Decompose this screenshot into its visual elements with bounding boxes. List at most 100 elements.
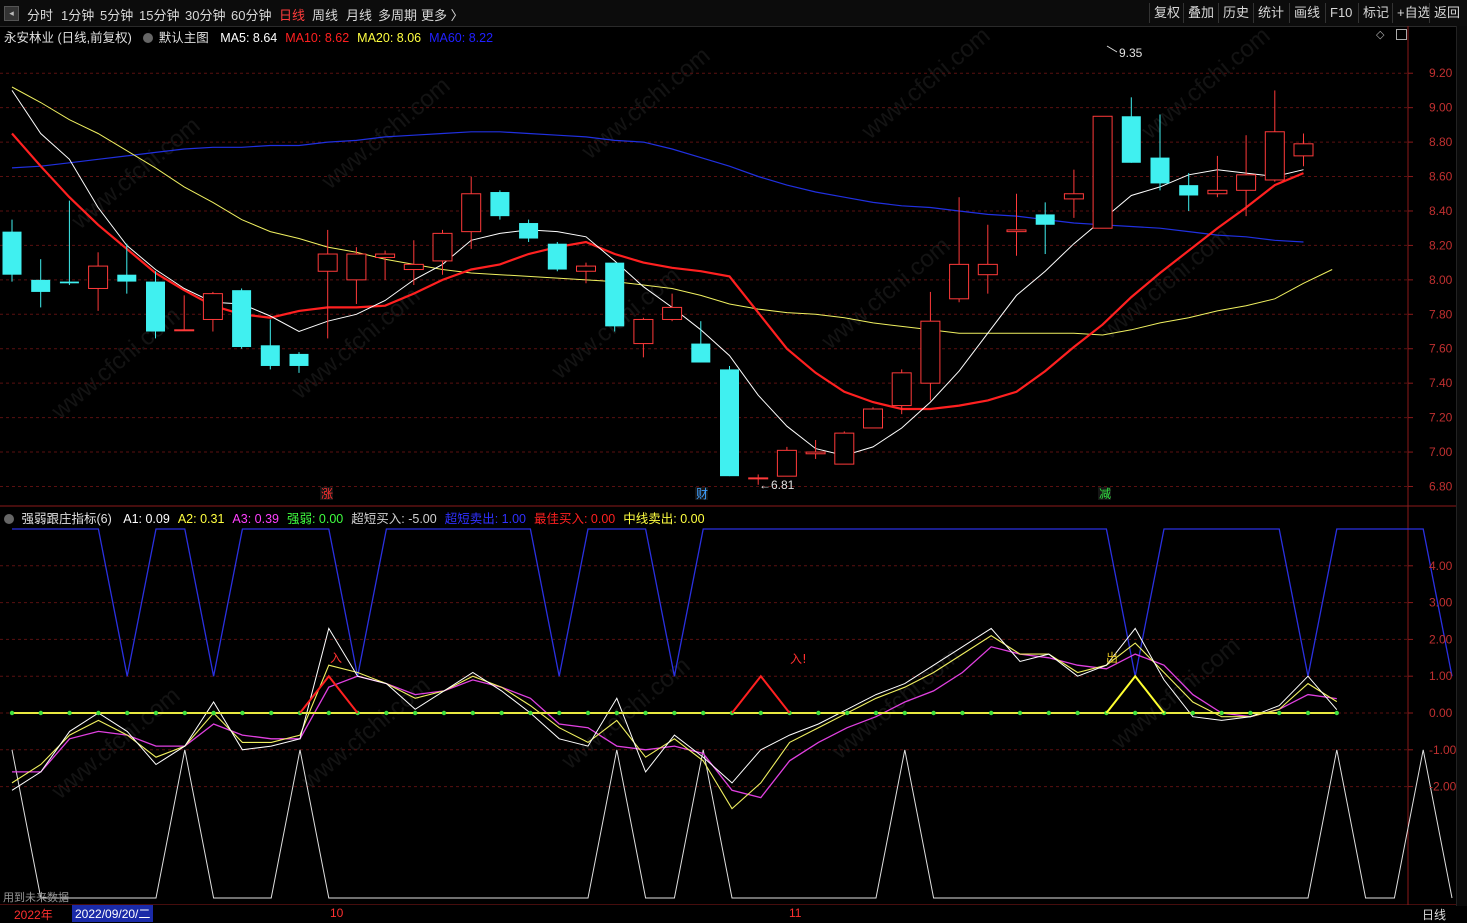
strength-dot bbox=[211, 710, 216, 716]
candle-body-up bbox=[317, 253, 338, 272]
candle-body-down bbox=[59, 281, 79, 284]
candle-body-up bbox=[662, 306, 683, 320]
candle-body-up bbox=[776, 449, 797, 477]
strength-dot bbox=[240, 710, 245, 716]
strength-dot bbox=[1277, 710, 1282, 716]
candle-body-down bbox=[31, 279, 51, 292]
candle-body-down bbox=[519, 223, 539, 239]
candle-body-up bbox=[88, 265, 109, 289]
stock-chart[interactable]: www.cfchi.com www.cfchi.com www.cfchi.com w… bbox=[0, 0, 1467, 920]
right-scroll-strip[interactable] bbox=[1456, 26, 1467, 906]
candle-body-down bbox=[2, 231, 22, 275]
main-tick-label: 8.40 bbox=[1429, 204, 1453, 218]
strength-dot bbox=[1190, 710, 1196, 716]
candle-body-down bbox=[605, 262, 625, 327]
candle-body-down bbox=[146, 281, 165, 332]
strength-dot bbox=[470, 710, 475, 716]
strength-dot bbox=[643, 710, 648, 716]
strength-dot bbox=[614, 710, 619, 716]
strength-dot bbox=[153, 710, 159, 716]
candle-body-up bbox=[202, 293, 223, 320]
main-tick-label: 7.60 bbox=[1429, 342, 1453, 356]
strength-dot bbox=[441, 710, 447, 716]
candle-body-down bbox=[117, 274, 137, 282]
candle-body-up bbox=[403, 263, 424, 271]
watermark-0: www.cfchi.com bbox=[66, 112, 206, 235]
candle-body-down bbox=[260, 345, 280, 366]
candle-body-up bbox=[1092, 115, 1113, 229]
candle-body-up bbox=[920, 320, 941, 384]
signal-label-1: 入! bbox=[790, 652, 807, 666]
watermark-2: www.cfchi.com bbox=[576, 42, 716, 165]
strength-dot bbox=[384, 710, 389, 716]
strength-dot bbox=[816, 710, 821, 716]
strength-dot bbox=[1248, 710, 1253, 716]
candle-body-up bbox=[805, 451, 826, 455]
candle-body-up bbox=[1236, 174, 1257, 191]
signal-label-0: 入 bbox=[330, 651, 342, 665]
strength-dot bbox=[499, 710, 504, 716]
strength-dot bbox=[269, 710, 274, 716]
watermark-13: www.cfchi.com bbox=[826, 642, 966, 765]
main-tick-label: 6.80 bbox=[1429, 480, 1453, 494]
indicator-tick-label: -2.00 bbox=[1429, 780, 1457, 794]
strength-dot bbox=[701, 710, 706, 716]
strength-dot bbox=[1133, 710, 1138, 716]
high-pointer bbox=[1106, 45, 1118, 53]
indicator-chart: 入 入! 出 bbox=[9, 528, 1453, 899]
candle-body-down bbox=[1179, 185, 1199, 196]
strength-dot bbox=[125, 710, 130, 716]
watermark-4: www.cfchi.com bbox=[1136, 22, 1276, 145]
candle-body-up bbox=[1207, 189, 1228, 195]
candle-body-up bbox=[1293, 143, 1314, 157]
strength-dot bbox=[585, 710, 591, 716]
candle-body-down bbox=[691, 343, 711, 363]
strength-dot bbox=[1046, 710, 1052, 716]
strength-dot bbox=[931, 710, 936, 716]
candle-body-up bbox=[949, 263, 970, 300]
strength-dot bbox=[1305, 710, 1311, 716]
candle-body-down bbox=[1035, 214, 1055, 225]
candle-body-up bbox=[863, 408, 883, 429]
candle-body-up bbox=[461, 193, 482, 233]
main-tick-label: 9.00 bbox=[1429, 101, 1453, 115]
watermark-3: www.cfchi.com bbox=[856, 22, 996, 145]
candle-body-down bbox=[490, 192, 510, 217]
main-tick-label: 8.20 bbox=[1429, 238, 1453, 252]
buy-signal-line bbox=[11, 749, 1453, 899]
date-bar: 2022年 2022/09/20/二 10 11 日线 bbox=[0, 905, 1467, 922]
main-tick-label: 8.00 bbox=[1429, 273, 1453, 287]
low-price-label: ←6.81 bbox=[759, 478, 795, 492]
indicator-tick-label: 1.00 bbox=[1429, 669, 1453, 683]
period-indicator: 日线 bbox=[1422, 908, 1447, 922]
candle-body-down bbox=[232, 290, 252, 348]
candle-body-up bbox=[834, 432, 855, 465]
main-tick-label: 8.60 bbox=[1429, 170, 1453, 184]
main-tick-label: 9.20 bbox=[1429, 66, 1453, 80]
strength-dot bbox=[1075, 710, 1080, 716]
strength-dot bbox=[38, 710, 43, 716]
future-data-note: 用到未来数据 bbox=[3, 892, 69, 904]
strength-dot bbox=[758, 710, 763, 716]
month-label-oct: 10 bbox=[330, 906, 344, 920]
candle-body-up bbox=[375, 253, 396, 258]
indicator-tick-label: 3.00 bbox=[1429, 596, 1453, 610]
high-price-label: 9.35 bbox=[1119, 46, 1143, 60]
candle-body-up bbox=[1006, 229, 1027, 233]
strength-dot bbox=[67, 710, 72, 716]
candle-body-up bbox=[174, 329, 195, 332]
strength-dot bbox=[96, 710, 101, 716]
watermark-6: www.cfchi.com bbox=[286, 282, 426, 405]
strength-dot bbox=[528, 710, 533, 716]
event-mark-0: 涨 bbox=[321, 486, 333, 501]
watermark-9: www.cfchi.com bbox=[1096, 222, 1236, 345]
main-tick-label: 7.80 bbox=[1429, 307, 1453, 321]
strength-dot bbox=[1017, 710, 1023, 716]
candle-body-up bbox=[633, 318, 654, 345]
strength-dot bbox=[845, 710, 850, 716]
month-label-nov: 11 bbox=[789, 906, 802, 920]
candle-body-up bbox=[1264, 131, 1285, 181]
main-tick-label: 7.00 bbox=[1429, 445, 1453, 459]
strength-dot bbox=[873, 710, 879, 716]
event-mark-1: 财 bbox=[696, 487, 708, 501]
